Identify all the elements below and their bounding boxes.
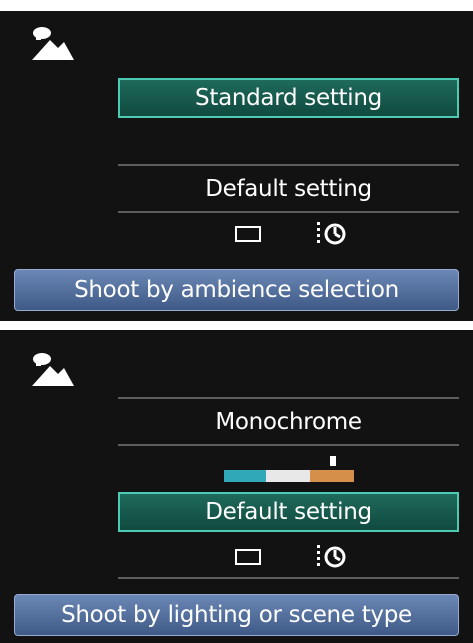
default-setting-option[interactable]: Default setting [118, 492, 459, 532]
shoot-by-ambience-selection-button[interactable]: Shoot by ambience selection [14, 269, 459, 311]
landscape-scene-icon [32, 27, 74, 60]
divider [118, 397, 459, 399]
divider [118, 444, 459, 446]
single-shot-icon[interactable] [235, 226, 261, 242]
default-setting-label: Default setting [205, 176, 372, 202]
divider [118, 164, 459, 166]
single-shot-icon[interactable] [235, 549, 261, 565]
shoot-by-ambience-selection-label: Shoot by ambience selection [74, 277, 399, 303]
self-timer-icon[interactable] [316, 220, 350, 246]
default-setting-option[interactable]: Default setting [118, 169, 459, 209]
monochrome-label: Monochrome [215, 409, 362, 435]
divider [118, 211, 459, 213]
landscape-scene-icon [32, 353, 74, 386]
tone-marker-icon [330, 456, 336, 466]
tone-segment-neutral[interactable] [266, 470, 310, 482]
tone-segment-sepia[interactable] [310, 470, 354, 482]
divider [118, 577, 459, 579]
shoot-by-lighting-or-scene-type-button[interactable]: Shoot by lighting or scene type [14, 594, 459, 636]
standard-setting-label: Standard setting [195, 85, 382, 111]
shoot-by-lighting-or-scene-type-label: Shoot by lighting or scene type [61, 602, 412, 628]
monochrome-option[interactable]: Monochrome [118, 402, 459, 442]
scene-screen-top: Standard setting Default setting Shoot b… [0, 11, 473, 321]
default-setting-label: Default setting [205, 499, 372, 525]
monochrome-tone-bar[interactable] [224, 470, 354, 482]
scene-screen-bottom: Monochrome Default setting Shoot by ligh… [0, 330, 473, 643]
self-timer-icon[interactable] [316, 543, 350, 569]
tone-segment-blue[interactable] [224, 470, 266, 482]
standard-setting-option[interactable]: Standard setting [118, 78, 459, 118]
